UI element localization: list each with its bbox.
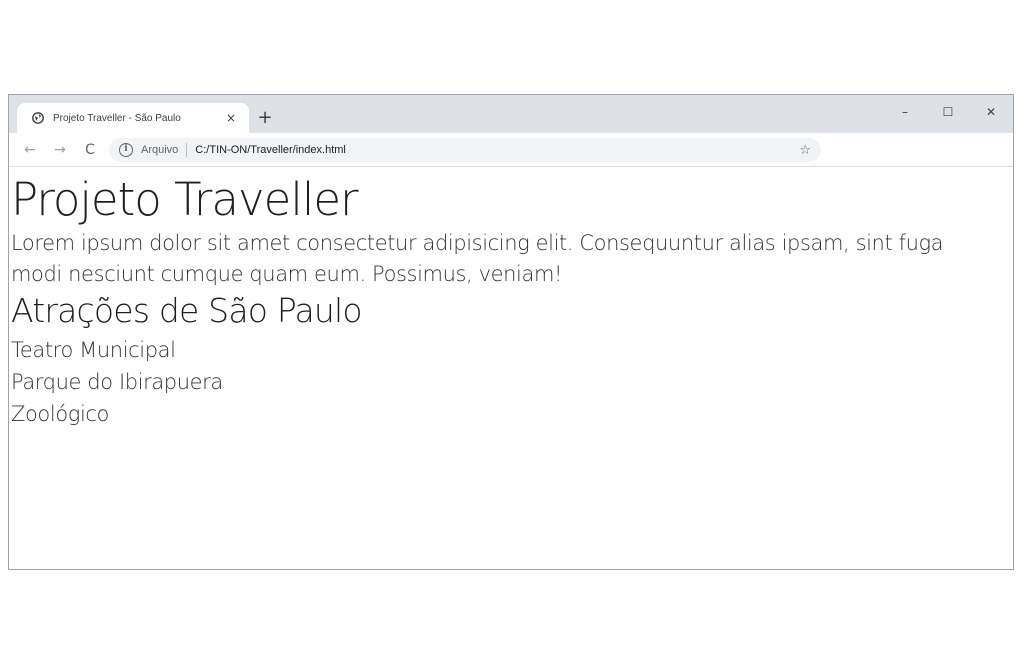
reload-button[interactable]: C [79, 139, 101, 161]
page-title: Projeto Traveller [11, 173, 359, 226]
forward-button[interactable]: → [49, 139, 71, 161]
browser-window: Projeto Traveller - São Paulo × + – ☐ ✕ … [8, 94, 1014, 570]
new-tab-button[interactable]: + [253, 107, 277, 131]
globe-icon [31, 111, 45, 125]
minimize-button[interactable]: – [885, 99, 925, 125]
divider [186, 143, 188, 157]
tab-strip: Projeto Traveller - São Paulo × + – ☐ ✕ [9, 95, 1013, 133]
maximize-button[interactable]: ☐ [928, 99, 968, 125]
list-item: Zoológico [11, 402, 109, 426]
security-label: Arquivo [141, 144, 179, 156]
tab-title: Projeto Traveller - São Paulo [53, 112, 181, 124]
info-icon[interactable]: i [119, 143, 133, 157]
tab-projeto-traveller[interactable]: Projeto Traveller - São Paulo × [17, 103, 249, 133]
page-content: Projeto Traveller Lorem ipsum dolor sit … [9, 168, 1013, 569]
intro-paragraph: Lorem ipsum dolor sit amet consectetur a… [11, 231, 944, 286]
bookmark-star-icon[interactable]: ☆ [799, 143, 811, 158]
section-title: Atrações de São Paulo [11, 291, 363, 330]
close-window-button[interactable]: ✕ [971, 99, 1011, 125]
tab-close-icon[interactable]: × [223, 111, 239, 125]
url-text[interactable]: C:/TIN-ON/Traveller/index.html [195, 144, 799, 156]
list-item: Teatro Municipal [11, 338, 176, 362]
list-item: Parque do Ibirapuera [11, 370, 223, 394]
address-bar[interactable]: i Arquivo C:/TIN-ON/Traveller/index.html… [109, 138, 821, 162]
back-button[interactable]: ← [19, 139, 41, 161]
attractions-list: Teatro Municipal Parque do Ibirapuera Zo… [11, 334, 1013, 430]
toolbar: ← → C i Arquivo C:/TIN-ON/Traveller/inde… [9, 133, 1013, 167]
